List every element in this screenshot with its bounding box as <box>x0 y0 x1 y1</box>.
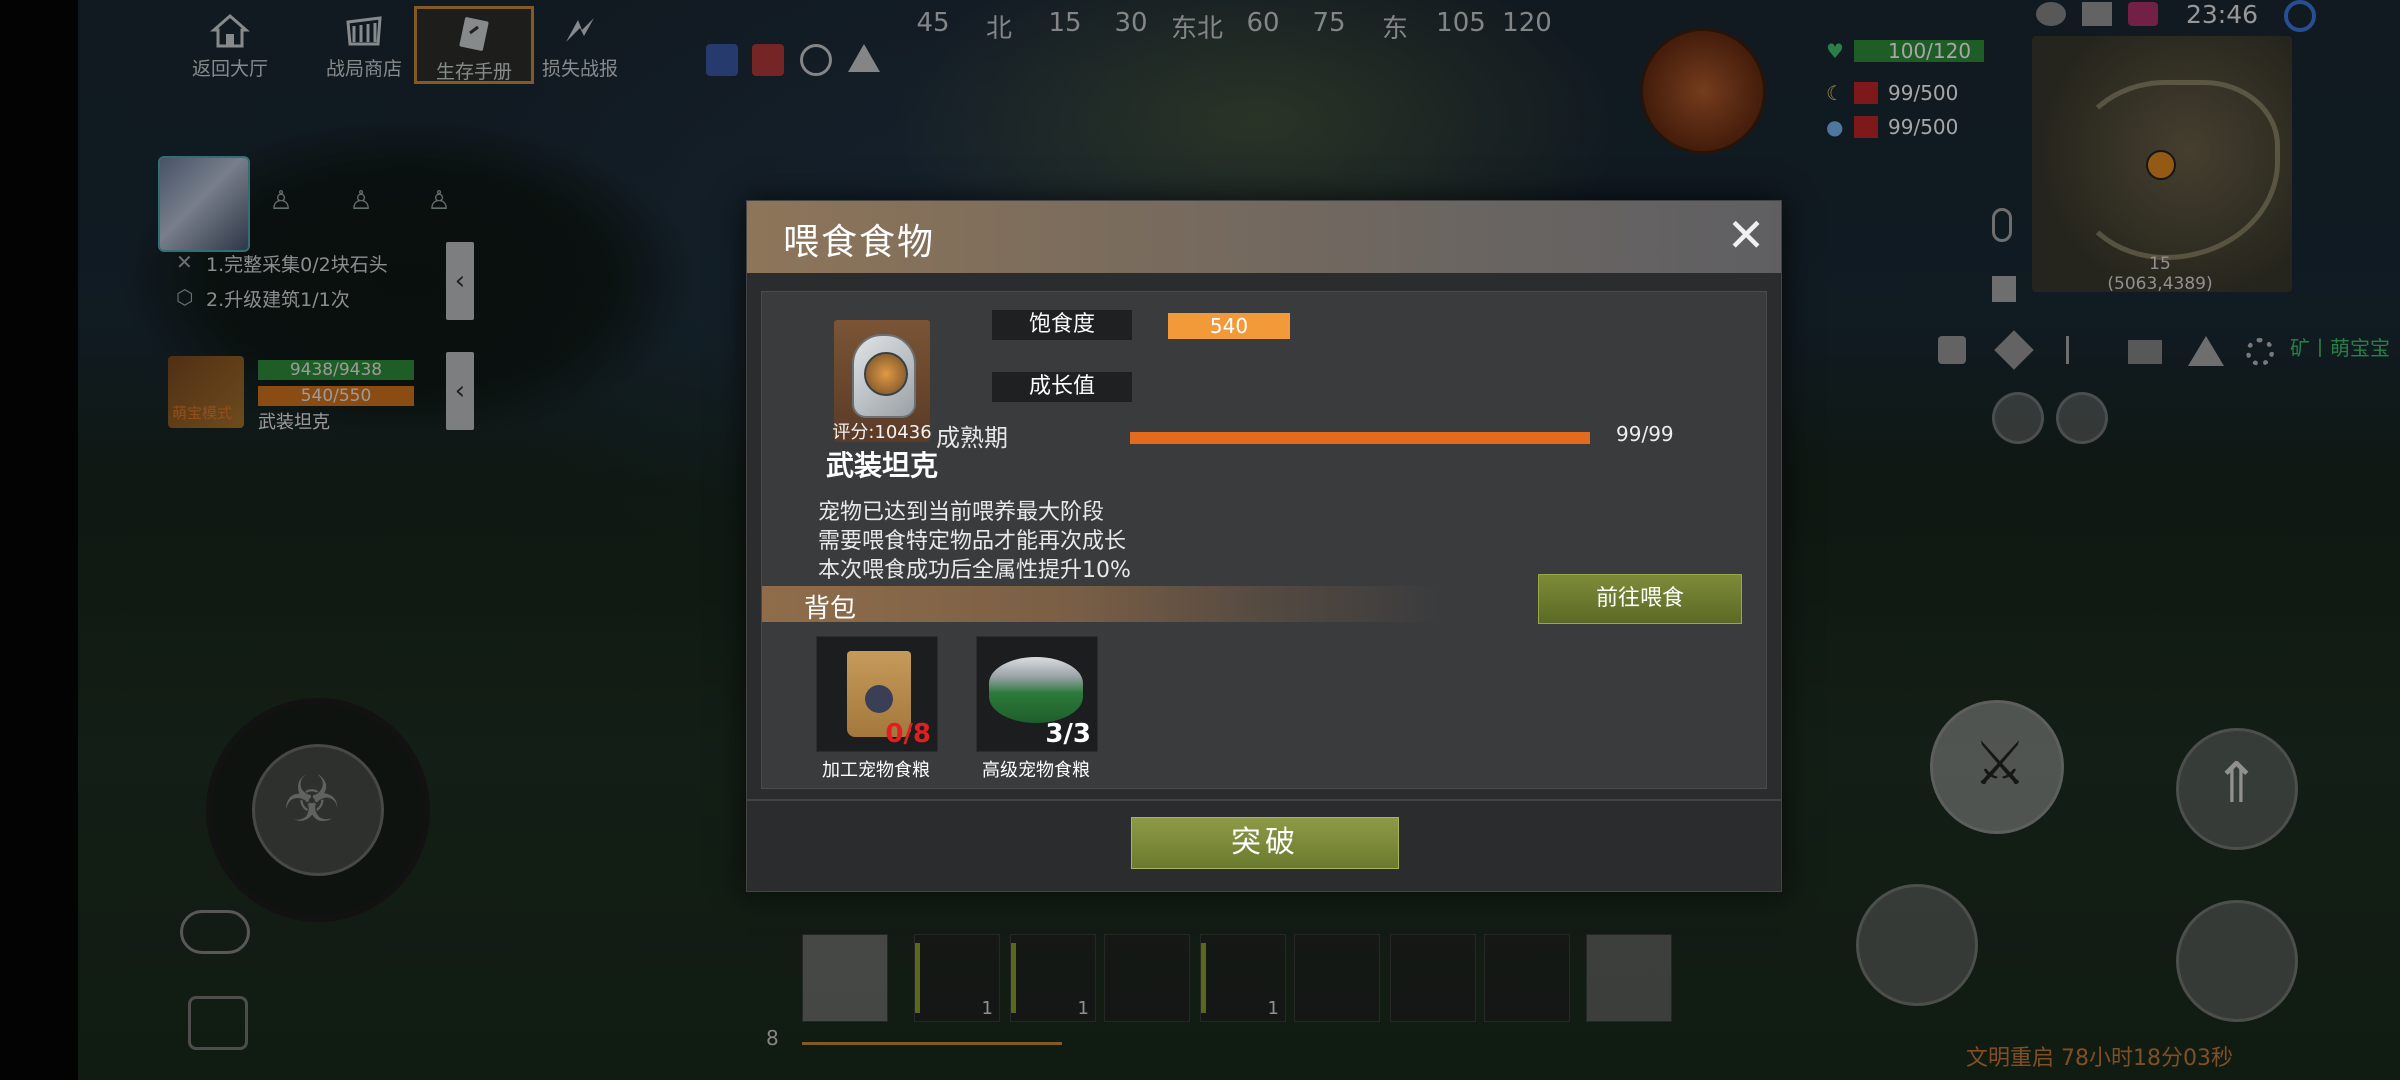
dialog-title: 喂食食物 <box>783 222 936 263</box>
mature-value: 99/99 <box>1616 422 1674 446</box>
mature-progress-bar <box>1130 432 1590 444</box>
bag-title: 背包 <box>804 594 857 624</box>
item-slot-processed-food[interactable]: 0/8 <box>816 636 938 752</box>
goto-feed-button[interactable]: 前往喂食 <box>1538 574 1742 624</box>
breakthrough-button[interactable]: 突破 <box>1131 817 1399 869</box>
mature-progress-fill <box>1130 432 1590 444</box>
dialog-body: 评分:10436 武装坦克 饱食度 540 成长值 成熟期 99/99 宠物已达… <box>761 291 1767 789</box>
pet-emblem <box>864 352 908 396</box>
desc-line: 宠物已达到当前喂养最大阶段 <box>818 500 1105 525</box>
growth-label: 成长值 <box>992 372 1132 402</box>
close-icon[interactable]: ✕ <box>1725 212 1767 258</box>
divider <box>747 799 1781 801</box>
desc-line: 需要喂食特定物品才能再次成长 <box>818 529 1127 554</box>
dog-tag-icon <box>852 334 916 418</box>
item-count: 3/3 <box>1045 719 1091 749</box>
item-slot-premium-food[interactable]: 3/3 <box>976 636 1098 752</box>
mature-stage-label: 成熟期 <box>936 424 1008 452</box>
item-name: 加工宠物食粮 <box>822 760 930 781</box>
satiety-label: 饱食度 <box>992 310 1132 340</box>
dialog-header: 喂食食物 ✕ <box>747 201 1781 273</box>
feed-food-dialog: 喂食食物 ✕ 评分:10436 武装坦克 饱食度 540 成长值 成熟期 99/… <box>746 200 1782 892</box>
food-can-icon <box>989 657 1083 723</box>
item-count: 0/8 <box>885 719 931 749</box>
pet-score: 评分:10436 <box>832 422 932 443</box>
item-name: 高级宠物食粮 <box>982 760 1090 781</box>
satiety-value: 540 <box>1168 313 1290 339</box>
desc-line: 本次喂食成功后全属性提升10% <box>818 558 1131 583</box>
paw-icon <box>865 685 893 713</box>
bag-header: 背包 <box>762 586 1442 624</box>
